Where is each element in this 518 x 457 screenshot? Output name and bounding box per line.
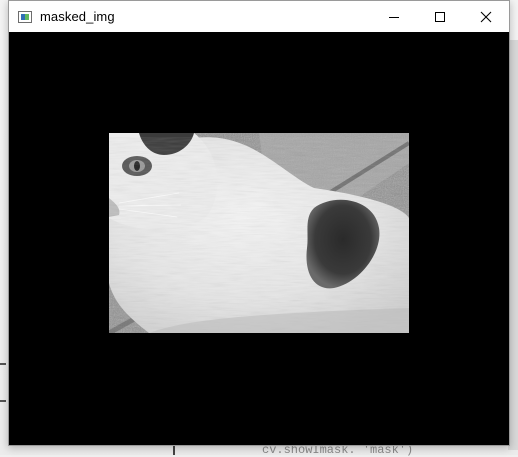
minimize-icon — [389, 16, 399, 18]
maximize-icon — [435, 11, 445, 22]
window-titlebar[interactable]: masked_img — [9, 1, 509, 32]
minimize-button[interactable] — [371, 1, 417, 32]
image-canvas[interactable] — [9, 32, 509, 445]
maximize-button[interactable] — [417, 1, 463, 32]
cat-photo — [109, 133, 409, 333]
close-button[interactable] — [463, 1, 509, 32]
window-title: masked_img — [40, 9, 115, 24]
background-comma-mark — [0, 400, 6, 402]
masked-cat-image — [109, 133, 409, 333]
background-comma-mark — [0, 363, 6, 365]
image-window[interactable]: masked_img — [8, 0, 510, 446]
close-icon — [480, 11, 492, 22]
opencv-window-icon — [18, 10, 32, 23]
background-text-caret — [173, 445, 175, 455]
